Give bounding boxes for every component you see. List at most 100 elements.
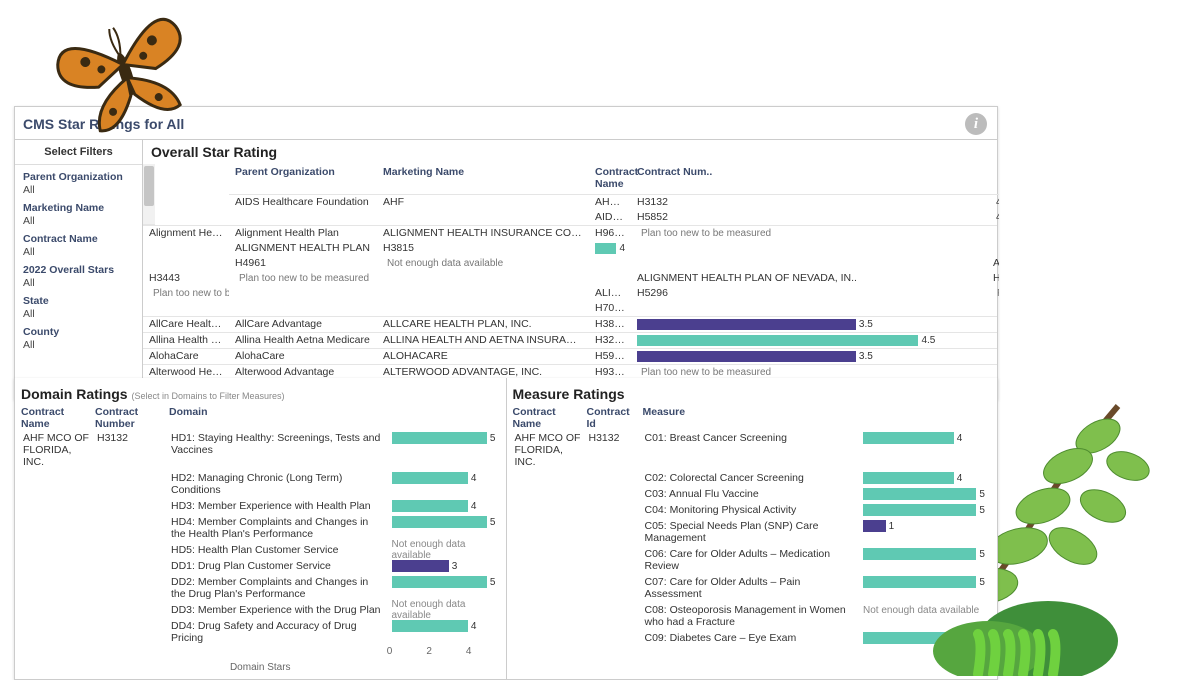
mcol-contract[interactable]: Contract Name	[513, 406, 583, 430]
info-icon[interactable]: i	[965, 113, 987, 135]
domain-bar-cell[interactable]: Not enough data available	[390, 602, 500, 618]
domain-bar-cell[interactable]: 4	[390, 618, 500, 634]
table-cell[interactable]: Alignment Healthcare USA, LLC	[143, 226, 229, 241]
table-cell[interactable]: H3132	[631, 195, 987, 210]
mcol-id[interactable]: Contract Id	[587, 406, 639, 430]
filter-marketing-name[interactable]: Marketing NameAll	[15, 196, 142, 227]
overall-bar-cell[interactable]: 4.5	[987, 195, 999, 210]
domain-label[interactable]: HD4: Member Complaints and Changes in th…	[169, 514, 386, 542]
table-cell[interactable]	[377, 286, 589, 301]
table-cell[interactable]: ALIGNMENT HEALTH PLAN OF NEVADA, IN..	[631, 271, 987, 286]
table-cell[interactable]	[143, 256, 229, 271]
col-parent[interactable]: Parent Organization	[229, 164, 377, 195]
domain-label[interactable]: HD1: Staying Healthy: Screenings, Tests …	[169, 430, 386, 470]
table-cell[interactable]: AlohaCare	[143, 349, 229, 364]
table-cell[interactable]: ALLINA HEALTH AND AETNA INSURANCE C..	[377, 333, 589, 348]
table-cell[interactable]: ALOHACARE	[377, 349, 589, 364]
overall-bar-cell[interactable]	[631, 301, 987, 316]
table-cell[interactable]: H3815	[377, 241, 589, 256]
table-cell[interactable]: AHF	[377, 195, 589, 210]
table-cell[interactable]	[143, 241, 229, 256]
table-cell[interactable]: AIDS Healthcare Foundation	[229, 195, 377, 210]
domain-bar-cell[interactable]: 5	[390, 514, 500, 530]
table-cell[interactable]: H5969	[589, 349, 631, 364]
table-cell[interactable]: AHF MCO OF FLORIDA, INC.	[589, 195, 631, 210]
overall-bar-cell[interactable]: 3.5	[631, 317, 987, 332]
overall-bar-cell[interactable]: 4	[589, 241, 631, 256]
table-cell[interactable]: ALIGNMENT HEALTH PLAN	[229, 241, 377, 256]
overall-bar-cell[interactable]: Plan too new to be measured	[631, 226, 987, 241]
table-cell[interactable]: ALIGNMENT HEALTH INSURANCE COMPAN..	[377, 226, 589, 241]
table-cell[interactable]: AlohaCare	[229, 349, 377, 364]
table-cell[interactable]: H9614	[589, 226, 631, 241]
table-cell[interactable]: H7074	[589, 301, 631, 316]
measure-bar-cell[interactable]: 1	[861, 518, 991, 534]
table-cell[interactable]: ALIGNMENT HEALTH PLAN OF NORTH CAROLINA,…	[589, 286, 631, 301]
measure-label[interactable]: C01: Breast Cancer Screening	[643, 430, 858, 470]
table-cell[interactable]	[631, 256, 987, 271]
col-marketing[interactable]: Marketing Name	[377, 164, 589, 195]
overall-bar-cell[interactable]: 4.5	[631, 333, 987, 348]
table-cell[interactable]: H3810	[589, 317, 631, 332]
table-cell[interactable]: Allina Health and Ae..	[143, 333, 229, 348]
filter-parent-organization[interactable]: Parent OrganizationAll	[15, 165, 142, 196]
overall-bar-cell[interactable]: Plan too new to be measured	[987, 286, 999, 301]
domain-label[interactable]: HD2: Managing Chronic (Long Term) Condit…	[169, 470, 386, 498]
measure-label[interactable]: C06: Care for Older Adults – Medication …	[643, 546, 858, 574]
table-cell[interactable]	[377, 301, 589, 316]
table-cell[interactable]	[377, 271, 589, 286]
table-cell[interactable]: H3443	[143, 271, 229, 286]
col-contract[interactable]: Contract Name	[589, 164, 631, 195]
table-cell[interactable]	[589, 271, 631, 286]
domain-bar-cell[interactable]: 3	[390, 558, 500, 574]
filter-contract-name[interactable]: Contract NameAll	[15, 227, 142, 258]
measure-label[interactable]: C09: Diabetes Care – Eye Exam	[643, 630, 858, 646]
table-cell[interactable]: AIDS HEALTHCARE FOUNDATION	[589, 210, 631, 225]
table-cell[interactable]	[377, 210, 589, 225]
domain-label[interactable]: HD5: Health Plan Customer Service	[169, 542, 386, 558]
table-cell[interactable]: H5296	[631, 286, 987, 301]
table-cell[interactable]	[229, 301, 377, 316]
measure-label[interactable]: C08: Osteoporosis Management in Women wh…	[643, 602, 858, 630]
col-num[interactable]: Contract Num..	[631, 164, 987, 195]
measure-label[interactable]: C02: Colorectal Cancer Screening	[643, 470, 858, 486]
table-cell[interactable]: ALIGNMENT HEALTH PLAN OF ARIZONA, I..	[987, 256, 999, 271]
domain-bar-cell[interactable]: 5	[390, 430, 500, 446]
domain-label[interactable]: HD3: Member Experience with Health Plan	[169, 498, 386, 514]
filter-county[interactable]: CountyAll	[15, 320, 142, 351]
table-cell[interactable]: Allina Health Aetna Medicare	[229, 333, 377, 348]
table-cell[interactable]: ALLCARE HEALTH PLAN, INC.	[377, 317, 589, 332]
dcol-domain[interactable]: Domain	[169, 406, 386, 430]
measure-label[interactable]: C07: Care for Older Adults – Pain Assess…	[643, 574, 858, 602]
domain-label[interactable]: DD2: Member Complaints and Changes in th…	[169, 574, 386, 602]
table-cell[interactable]: AllCare Advantage	[229, 317, 377, 332]
domain-bar-cell[interactable]: 5	[390, 574, 500, 590]
table-cell[interactable]: AllCare Health, Inc.	[143, 317, 229, 332]
overall-scrollbar[interactable]	[143, 164, 155, 225]
domain-label[interactable]: DD3: Member Experience with the Drug Pla…	[169, 602, 386, 618]
table-cell[interactable]	[987, 226, 999, 241]
table-cell[interactable]	[229, 210, 377, 225]
domain-bar-cell[interactable]: 4	[390, 470, 500, 486]
overall-bar-cell[interactable]: 4	[987, 210, 999, 225]
domain-bar-cell[interactable]: 4	[390, 498, 500, 514]
domain-bar-cell[interactable]: Not enough data available	[390, 542, 500, 558]
table-cell[interactable]: Alignment Health Plan	[229, 226, 377, 241]
table-cell[interactable]: H5852	[631, 210, 987, 225]
measure-bar-cell[interactable]: 5	[861, 486, 991, 502]
table-cell[interactable]: H3219	[589, 333, 631, 348]
measure-bar-cell[interactable]: 4	[861, 470, 991, 486]
overall-bar-cell[interactable]: Plan too new to be measured	[143, 286, 229, 301]
dcol-contract[interactable]: Contract Name	[21, 406, 91, 430]
dcol-num[interactable]: Contract Number	[95, 406, 165, 430]
filter-2022-overall-stars[interactable]: 2022 Overall StarsAll	[15, 258, 142, 289]
filter-state[interactable]: StateAll	[15, 289, 142, 320]
overall-bar-cell[interactable]: Not enough data available	[377, 256, 589, 271]
table-cell[interactable]	[143, 301, 229, 316]
measure-bar-cell[interactable]: 4	[861, 430, 991, 446]
measure-label[interactable]: C05: Special Needs Plan (SNP) Care Manag…	[643, 518, 858, 546]
mcol-measure[interactable]: Measure	[643, 406, 858, 430]
domain-label[interactable]: DD1: Drug Plan Customer Service	[169, 558, 386, 574]
measure-label[interactable]: C04: Monitoring Physical Activity	[643, 502, 858, 518]
table-cell[interactable]	[631, 241, 987, 256]
